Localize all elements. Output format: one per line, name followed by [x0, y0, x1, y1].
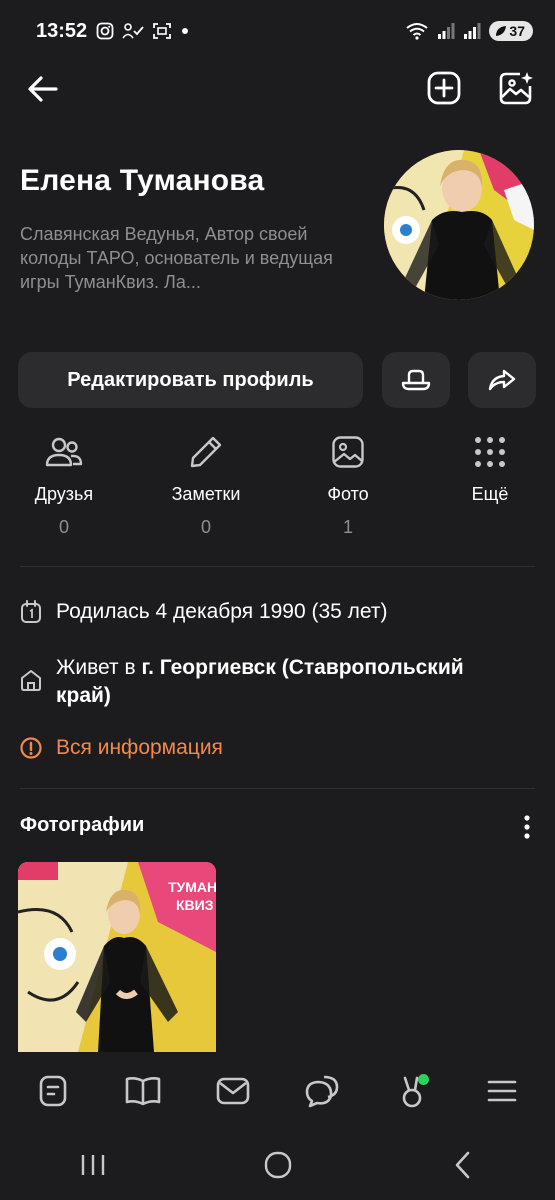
signal-icon-2	[464, 23, 481, 39]
stat-photos[interactable]: Фото 1	[288, 430, 408, 538]
all-info-label: Вся информация	[56, 736, 223, 759]
recents-icon	[81, 1155, 104, 1175]
birthday-row: Родилась 4 декабря 1990 (35 лет)	[20, 598, 388, 626]
chat-icon	[306, 1075, 339, 1108]
photo-image: ТУМАН КВИЗ	[18, 862, 216, 1052]
photos-more-button[interactable]	[512, 812, 542, 842]
thumb-caption-line2: КВИЗ	[176, 897, 214, 913]
status-bar: 13:52 37	[0, 0, 555, 64]
friends-icon	[45, 437, 83, 467]
stat-count: 0	[200, 517, 211, 537]
status-notification-icons	[96, 22, 190, 40]
share-button[interactable]	[468, 352, 536, 408]
hat-button[interactable]	[382, 352, 450, 408]
book-icon	[125, 1077, 161, 1106]
scan-icon	[153, 23, 171, 39]
info-icon	[20, 737, 42, 759]
more-vertical-icon	[524, 815, 530, 839]
hat-icon	[401, 369, 431, 391]
avatar-photo	[384, 150, 534, 300]
home-icon	[21, 670, 41, 691]
stat-notes[interactable]: Заметки 0	[146, 430, 266, 538]
stat-label: Друзья	[34, 484, 94, 504]
pencil-icon	[190, 436, 222, 468]
location-prefix: Живет в	[56, 656, 142, 679]
status-time: 13:52	[36, 20, 88, 42]
system-nav-bar	[0, 1130, 555, 1200]
news-icon	[39, 1075, 67, 1107]
instagram-icon	[96, 22, 114, 40]
wifi-icon	[406, 23, 429, 40]
back-button[interactable]	[20, 66, 66, 112]
calendar-icon	[21, 600, 41, 623]
bottom-tab-bar	[0, 1052, 555, 1130]
home-button[interactable]	[243, 1140, 313, 1190]
grid-dots-icon	[475, 437, 505, 467]
menu-icon	[487, 1080, 517, 1102]
battery-level: 37	[509, 23, 525, 39]
image-sparkle-icon	[499, 72, 533, 105]
share-arrow-icon	[488, 369, 516, 391]
location-row: Живет в г. Георгиевск (Ставропольский кр…	[20, 654, 510, 710]
stat-count: 0	[58, 517, 69, 537]
leaf-icon	[496, 26, 507, 36]
tab-chats[interactable]	[292, 1061, 352, 1121]
tab-messages[interactable]	[203, 1061, 263, 1121]
tab-menu[interactable]	[472, 1061, 532, 1121]
photos-title: Фотографии	[20, 814, 145, 836]
divider	[20, 566, 535, 567]
all-info-link[interactable]: Вся информация	[20, 734, 223, 762]
tab-catalog[interactable]	[113, 1061, 173, 1121]
stat-label: Заметки	[171, 484, 241, 504]
stat-count: 1	[342, 517, 353, 537]
stat-label: Ещё	[471, 484, 509, 504]
signal-icon	[438, 23, 455, 39]
edit-profile-button[interactable]: Редактировать профиль	[18, 352, 363, 408]
stat-more[interactable]: Ещё	[430, 430, 550, 517]
thumb-caption-line1: ТУМАН	[168, 879, 216, 895]
tab-news[interactable]	[23, 1061, 83, 1121]
profile-name: Елена Туманова	[20, 164, 265, 197]
arrow-left-icon	[28, 76, 58, 102]
plus-square-icon	[427, 71, 461, 105]
back-chevron-icon	[455, 1151, 469, 1179]
status-system-icons: 37	[405, 21, 533, 41]
home-circle-icon	[264, 1151, 291, 1179]
stat-friends[interactable]: Друзья 0	[4, 430, 124, 538]
battery-indicator: 37	[489, 21, 533, 41]
add-post-button[interactable]	[422, 66, 466, 110]
birthday-text: Родилась 4 декабря 1990 (35 лет)	[56, 600, 388, 623]
person-check-icon	[122, 23, 144, 39]
photo-icon	[332, 436, 364, 468]
profile-bio[interactable]: Славянская Ведунья, Автор своей колоды Т…	[20, 222, 360, 294]
system-back-button[interactable]	[428, 1140, 498, 1190]
recents-button[interactable]	[58, 1140, 128, 1190]
avatar[interactable]	[384, 150, 534, 300]
divider	[20, 788, 535, 789]
add-photo-button[interactable]	[494, 66, 538, 110]
stat-label: Фото	[327, 484, 369, 504]
tab-games[interactable]	[382, 1061, 442, 1121]
notification-dot	[418, 1074, 430, 1085]
dot-icon	[182, 28, 188, 34]
mail-icon	[216, 1077, 249, 1105]
photo-thumbnail[interactable]: ТУМАН КВИЗ	[18, 862, 216, 1052]
